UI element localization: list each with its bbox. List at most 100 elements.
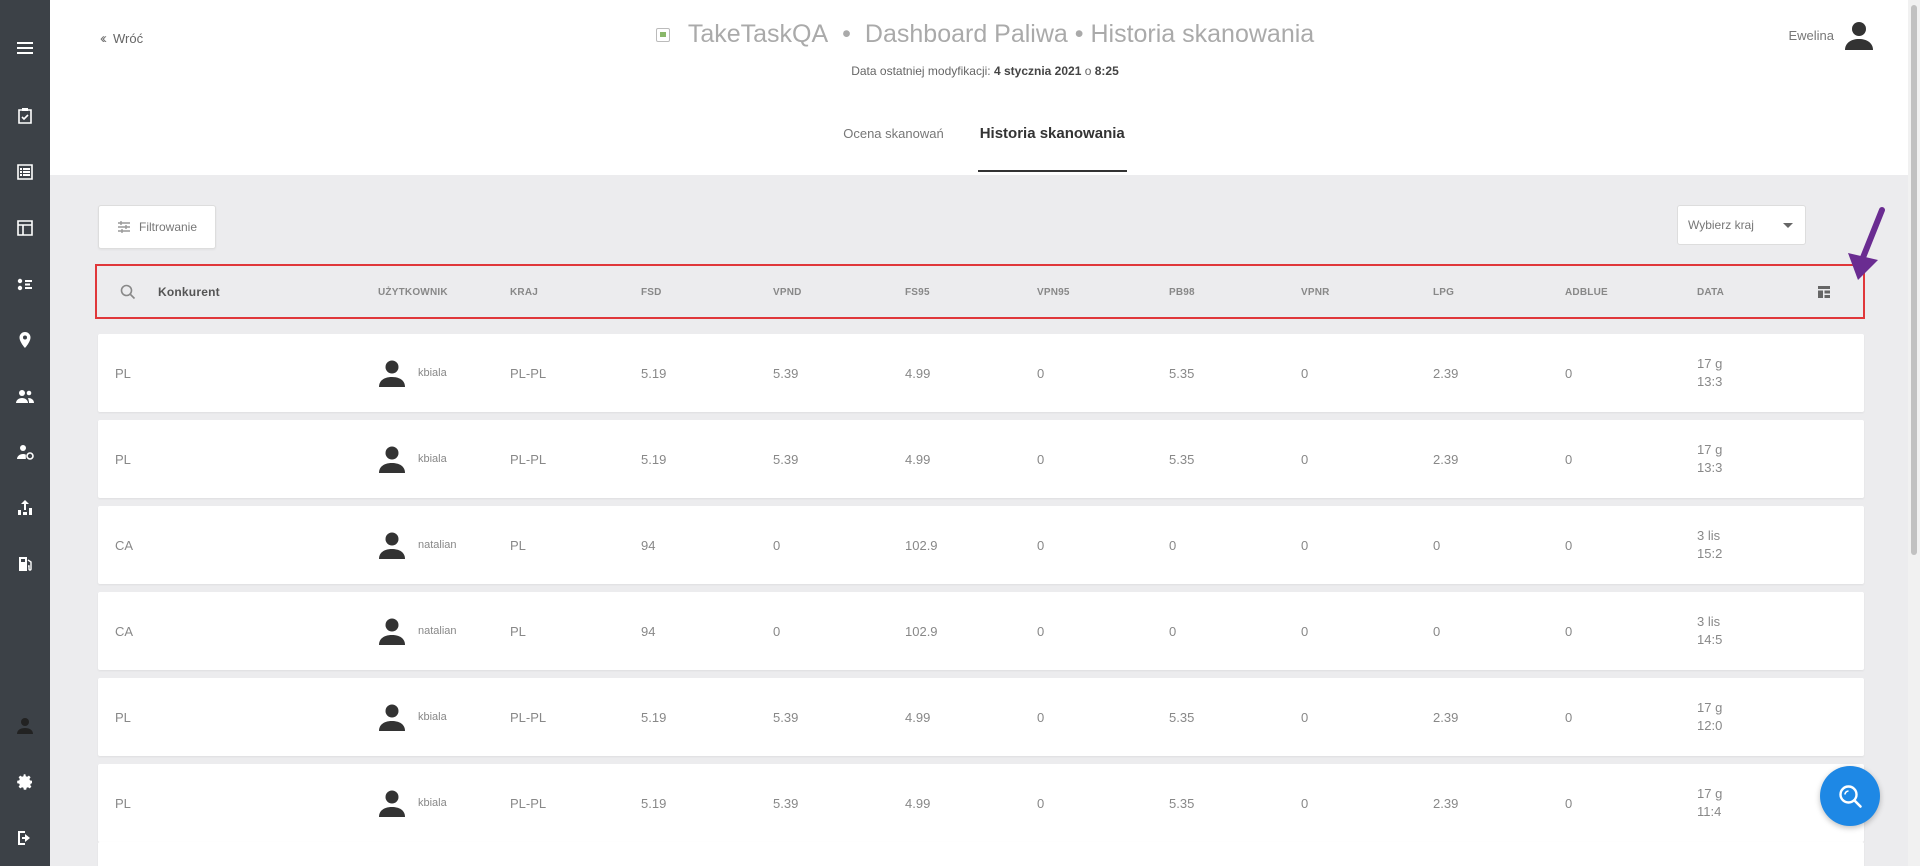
network-icon[interactable] [0, 264, 50, 304]
search-icon[interactable] [120, 284, 136, 300]
date-line: 3 lis [1697, 528, 1721, 543]
modified-date: 4 stycznia 2021 [993, 64, 1082, 78]
location-pin-icon[interactable] [0, 320, 50, 360]
filter-label: Filtrowanie [139, 220, 198, 234]
avatar-icon [379, 360, 405, 387]
col-vpn95[interactable]: VPN95 [1037, 266, 1070, 318]
tab-ocena-skanowan[interactable]: Ocena skanowań [843, 126, 943, 173]
date-line: 17 g [1697, 356, 1723, 371]
cell-vpnr: 0 [1301, 623, 1309, 639]
avatar-icon [379, 704, 405, 731]
cell-fs95: 4.99 [905, 795, 931, 811]
col-fs95[interactable]: FS95 [905, 266, 930, 318]
menu-icon[interactable] [0, 28, 50, 68]
cell-vpnr: 0 [1301, 709, 1309, 725]
fuel-pump-icon[interactable] [0, 544, 50, 584]
col-konkurent[interactable]: Konkurent [158, 266, 220, 318]
cell-lpg: 2.39 [1433, 365, 1459, 381]
date-line: 3 lis [1697, 614, 1721, 629]
cell-vpnd: 5.39 [773, 709, 799, 725]
cell-vpn95: 0 [1037, 795, 1045, 811]
logout-icon[interactable] [0, 818, 50, 858]
columns-settings-icon[interactable] [1818, 286, 1830, 298]
table-row-partial[interactable] [98, 842, 1864, 866]
col-fsd[interactable]: FSD [641, 266, 662, 318]
cell-fsd: 94 [641, 537, 656, 553]
cell-pb98: 5.35 [1169, 709, 1195, 725]
users-icon[interactable] [0, 376, 50, 416]
user-settings-icon[interactable] [0, 432, 50, 472]
cell-kraj: PL-PL [510, 709, 547, 725]
profile-icon[interactable] [0, 706, 50, 746]
cell-konkurent: PL [115, 709, 131, 725]
table-row[interactable]: PL kbiala PL-PL 5.19 5.39 4.99 0 5.35 0 … [98, 764, 1864, 842]
cell-uzytkownik: kbiala [378, 764, 447, 842]
cell-fsd: 5.19 [641, 451, 667, 467]
filter-button[interactable]: Filtrowanie [98, 205, 216, 249]
col-vpnd[interactable]: VPND [773, 266, 802, 318]
scrollbar-thumb[interactable] [1911, 5, 1917, 555]
col-vpnr[interactable]: VPNR [1301, 266, 1330, 318]
cell-vpn95: 0 [1037, 623, 1045, 639]
col-uzytkownik[interactable]: UŻYTKOWNIK [378, 266, 448, 318]
country-select[interactable]: Wybierz kraj [1677, 205, 1806, 245]
time-line: 13:3 [1697, 460, 1723, 475]
table-row[interactable]: PL kbiala PL-PL 5.19 5.39 4.99 0 5.35 0 … [98, 334, 1864, 412]
table-row[interactable]: CA natalian PL 94 0 102.9 0 0 0 0 0 3 li… [98, 506, 1864, 584]
cell-kraj: PL [510, 537, 526, 553]
upload-chart-icon[interactable] [0, 488, 50, 528]
col-data[interactable]: DATA [1697, 266, 1724, 318]
page-title: TakeTaskQA • Dashboard Paliwa • Historia… [50, 20, 1920, 49]
cell-fsd: 5.19 [641, 365, 667, 381]
col-pb98[interactable]: PB98 [1169, 266, 1195, 318]
col-adblue[interactable]: ADBLUE [1565, 266, 1608, 318]
cell-kraj: PL-PL [510, 795, 547, 811]
cell-kraj: PL [510, 623, 526, 639]
cell-fs95: 102.9 [905, 537, 938, 553]
cell-fsd: 5.19 [641, 709, 667, 725]
last-modified: Data ostatniej modyfikacji: 4 stycznia 2… [50, 64, 1920, 78]
avatar-icon [379, 618, 405, 645]
scrollbar[interactable] [1908, 0, 1920, 866]
cell-fs95: 4.99 [905, 451, 931, 467]
cell-lpg: 2.39 [1433, 451, 1459, 467]
table-row[interactable]: CA natalian PL 94 0 102.9 0 0 0 0 0 3 li… [98, 592, 1864, 670]
cell-pb98: 5.35 [1169, 451, 1195, 467]
col-lpg[interactable]: LPG [1433, 266, 1454, 318]
checklist-icon[interactable] [0, 96, 50, 136]
user-avatar-icon [1845, 22, 1873, 50]
table-row[interactable]: PL kbiala PL-PL 5.19 5.39 4.99 0 5.35 0 … [98, 678, 1864, 756]
cell-vpnr: 0 [1301, 365, 1309, 381]
user-name: Ewelina [1788, 27, 1834, 43]
cell-vpnd: 5.39 [773, 365, 799, 381]
cell-data: 17 g 12:0 [1697, 678, 1739, 756]
sliders-icon [118, 221, 130, 233]
list-icon[interactable] [0, 152, 50, 192]
cell-data: 3 lis 15:2 [1697, 506, 1739, 584]
modified-prefix: Data ostatniej modyfikacji: [851, 64, 991, 78]
cell-uzytkownik: natalian [378, 506, 457, 584]
time-line: 12:0 [1697, 718, 1723, 733]
gear-icon[interactable] [0, 762, 50, 802]
cell-vpnr: 0 [1301, 451, 1309, 467]
modified-at: o [1084, 64, 1092, 78]
date-line: 17 g [1697, 442, 1723, 457]
cell-vpnd: 5.39 [773, 795, 799, 811]
layout-icon[interactable] [0, 208, 50, 248]
cell-kraj: PL-PL [510, 451, 547, 467]
cell-vpnd: 5.39 [773, 451, 799, 467]
tab-historia-skanowania[interactable]: Historia skanowania [977, 125, 1127, 172]
cell-uzytkownik: kbiala [378, 334, 447, 412]
cell-konkurent: PL [115, 451, 131, 467]
user-menu[interactable]: Ewelina [1788, 20, 1874, 50]
cell-vpnd: 0 [773, 537, 781, 553]
title-separator: • [842, 20, 851, 48]
search-fab-button[interactable] [1820, 766, 1880, 826]
caret-down-icon [1783, 223, 1793, 228]
col-kraj[interactable]: KRAJ [510, 266, 538, 318]
time-line: 11:4 [1697, 804, 1722, 819]
table-row[interactable]: PL kbiala PL-PL 5.19 5.39 4.99 0 5.35 0 … [98, 420, 1864, 498]
tabs: Ocena skanowań Historia skanowania [50, 125, 1920, 173]
modified-time: 8:25 [1094, 64, 1119, 78]
page-title-text: Dashboard Paliwa • Historia skanowania [864, 20, 1315, 48]
